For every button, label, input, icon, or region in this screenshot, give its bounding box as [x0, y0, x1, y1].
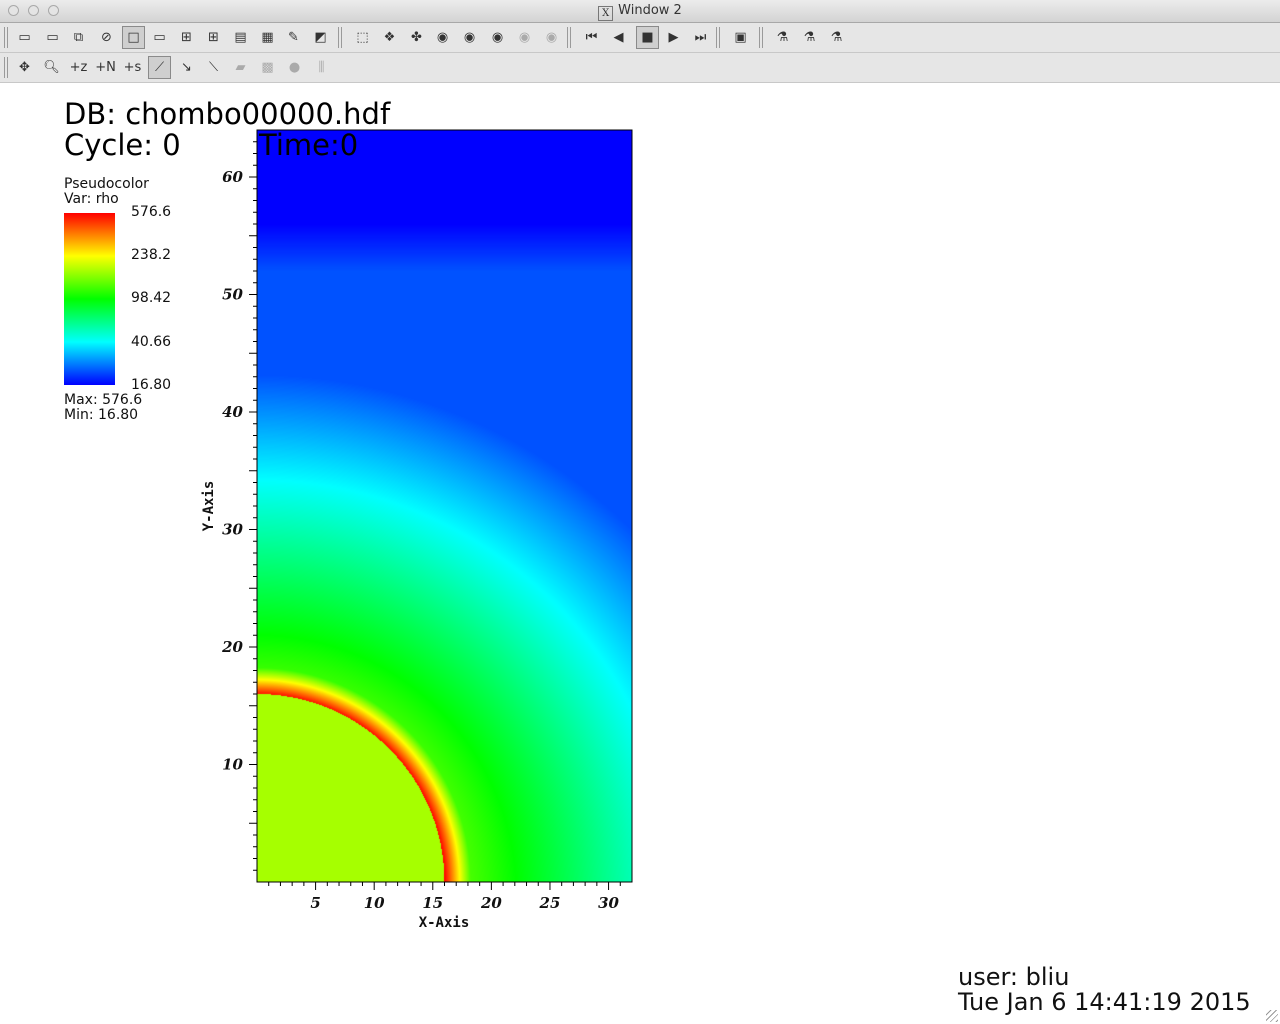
toolbar-grip[interactable] [759, 27, 765, 48]
forward-step-icon[interactable]: ⏭ [689, 26, 712, 49]
camera-2-icon[interactable]: ✤ [405, 26, 428, 49]
toolbar-interaction: ✥ 🔍︎ +z +N +s ⟋ ↘ ⟍ ▰ ▩ ● ⫼ [0, 53, 1280, 83]
resize-handle[interactable] [1266, 1010, 1278, 1022]
axis-restriction-icon[interactable]: ⫼ [310, 56, 333, 79]
clone-window-icon[interactable]: ▭ [41, 26, 64, 49]
box-tool-icon[interactable]: ▩ [256, 56, 279, 79]
toolbar-grip[interactable] [567, 27, 573, 48]
plot-list-icon[interactable]: ▣ [729, 26, 752, 49]
axis-ticks [249, 141, 621, 890]
camera-5-icon[interactable]: ◉ [486, 26, 509, 49]
zone-pick-icon[interactable]: +z [67, 56, 90, 79]
toolbar-grip[interactable] [4, 57, 10, 78]
invert-background-icon[interactable]: ⬚ [351, 26, 374, 49]
camera-3-icon[interactable]: ◉ [431, 26, 454, 49]
x-tick-label: 15 [422, 894, 443, 912]
x-axis-title: X-Axis [419, 915, 470, 931]
copy-window-icon[interactable]: ⧉ [67, 26, 90, 49]
delete-window-icon[interactable]: ⊘ [95, 26, 118, 49]
x-tick-label: 5 [310, 894, 320, 912]
y-tick-label: 40 [222, 403, 243, 421]
navigate-mode-icon[interactable]: ✥ [13, 56, 36, 79]
toolbar-grip[interactable] [716, 27, 722, 48]
toolbar-main: ▭ ▭ ⧉ ⊘ □ ▭ ⊞ ⊞ ▤ ▦ ✎ ◩ ⬚ ❖ ✤ ◉ ◉ ◉ ◉ ◉ ⏮ ◀ ■ ▶ ⏭ ▣ ⚗ ⚗ ⚗ [0, 23, 1280, 53]
reverse-step-icon[interactable]: ⏮ [580, 26, 603, 49]
x-tick-label: 10 [364, 894, 385, 912]
toolbar-grip[interactable] [4, 27, 10, 48]
sphere-tool-icon[interactable]: ● [283, 56, 306, 79]
play-icon[interactable]: ▶ [662, 26, 685, 49]
plot-axes: 5 10 15 20 25 30 10 20 30 40 50 60 X-Axi… [201, 129, 633, 931]
date-label: Tue Jan 6 14:41:19 2015 [958, 988, 1251, 1016]
layout-2x3-icon[interactable]: ⊞ [202, 26, 225, 49]
toolbar-grip[interactable] [338, 27, 344, 48]
camera-6-icon[interactable]: ◉ [513, 26, 536, 49]
layout-2x2-icon[interactable]: ⊞ [175, 26, 198, 49]
user-3-icon[interactable]: ⚗ [825, 26, 848, 49]
layout-1x1-icon[interactable]: □ [122, 26, 145, 49]
x-tick-label: 30 [598, 894, 619, 912]
curve-pick-icon[interactable]: ⟋ [148, 56, 171, 79]
x-tick-label: 25 [539, 894, 561, 912]
y-tick-label: 60 [222, 168, 243, 186]
lineout-icon[interactable]: ↘ [175, 56, 198, 79]
y-tick-label: 30 [222, 521, 243, 539]
user-1-icon[interactable]: ⚗ [771, 26, 794, 49]
visualization-window[interactable]: DB: chombo00000.hdf Cycle: 0 Pseudocolor… [0, 83, 1280, 1024]
layout-2x4-icon[interactable]: ▤ [229, 26, 252, 49]
user-label: user: bliu [958, 963, 1070, 991]
reverse-play-icon[interactable]: ◀ [607, 26, 630, 49]
layout-3x3-icon[interactable]: ▦ [256, 26, 279, 49]
spreadsheet-pick-icon[interactable]: +s [121, 56, 144, 79]
window-title-text: Window 2 [618, 3, 682, 18]
camera-1-icon[interactable]: ❖ [378, 26, 401, 49]
line-tool-icon[interactable]: ⟍ [202, 56, 225, 79]
y-tick-label: 50 [222, 286, 243, 304]
zoom-mode-icon[interactable]: 🔍︎ [40, 56, 63, 79]
window-titlebar[interactable]: X Window 2 [0, 0, 1280, 23]
layout-1x2-icon[interactable]: ▭ [148, 26, 171, 49]
y-tick-label: 20 [221, 638, 243, 656]
plane-tool-icon[interactable]: ▰ [229, 56, 252, 79]
camera-4-icon[interactable]: ◉ [458, 26, 481, 49]
window-title: X Window 2 [0, 3, 1280, 21]
y-axis-title: Y-Axis [201, 481, 217, 532]
stop-icon[interactable]: ■ [636, 26, 659, 49]
user-2-icon[interactable]: ⚗ [798, 26, 821, 49]
y-tick-label: 10 [222, 756, 243, 774]
lock-view-icon[interactable]: ✎ [282, 26, 305, 49]
new-window-icon[interactable]: ▭ [13, 26, 36, 49]
camera-7-icon[interactable]: ◉ [540, 26, 563, 49]
plot-frame [256, 129, 633, 883]
x11-icon: X [598, 6, 614, 21]
node-pick-icon[interactable]: +N [94, 56, 117, 79]
x-tick-label: 20 [480, 894, 502, 912]
spin-mode-icon[interactable]: ◩ [309, 26, 332, 49]
